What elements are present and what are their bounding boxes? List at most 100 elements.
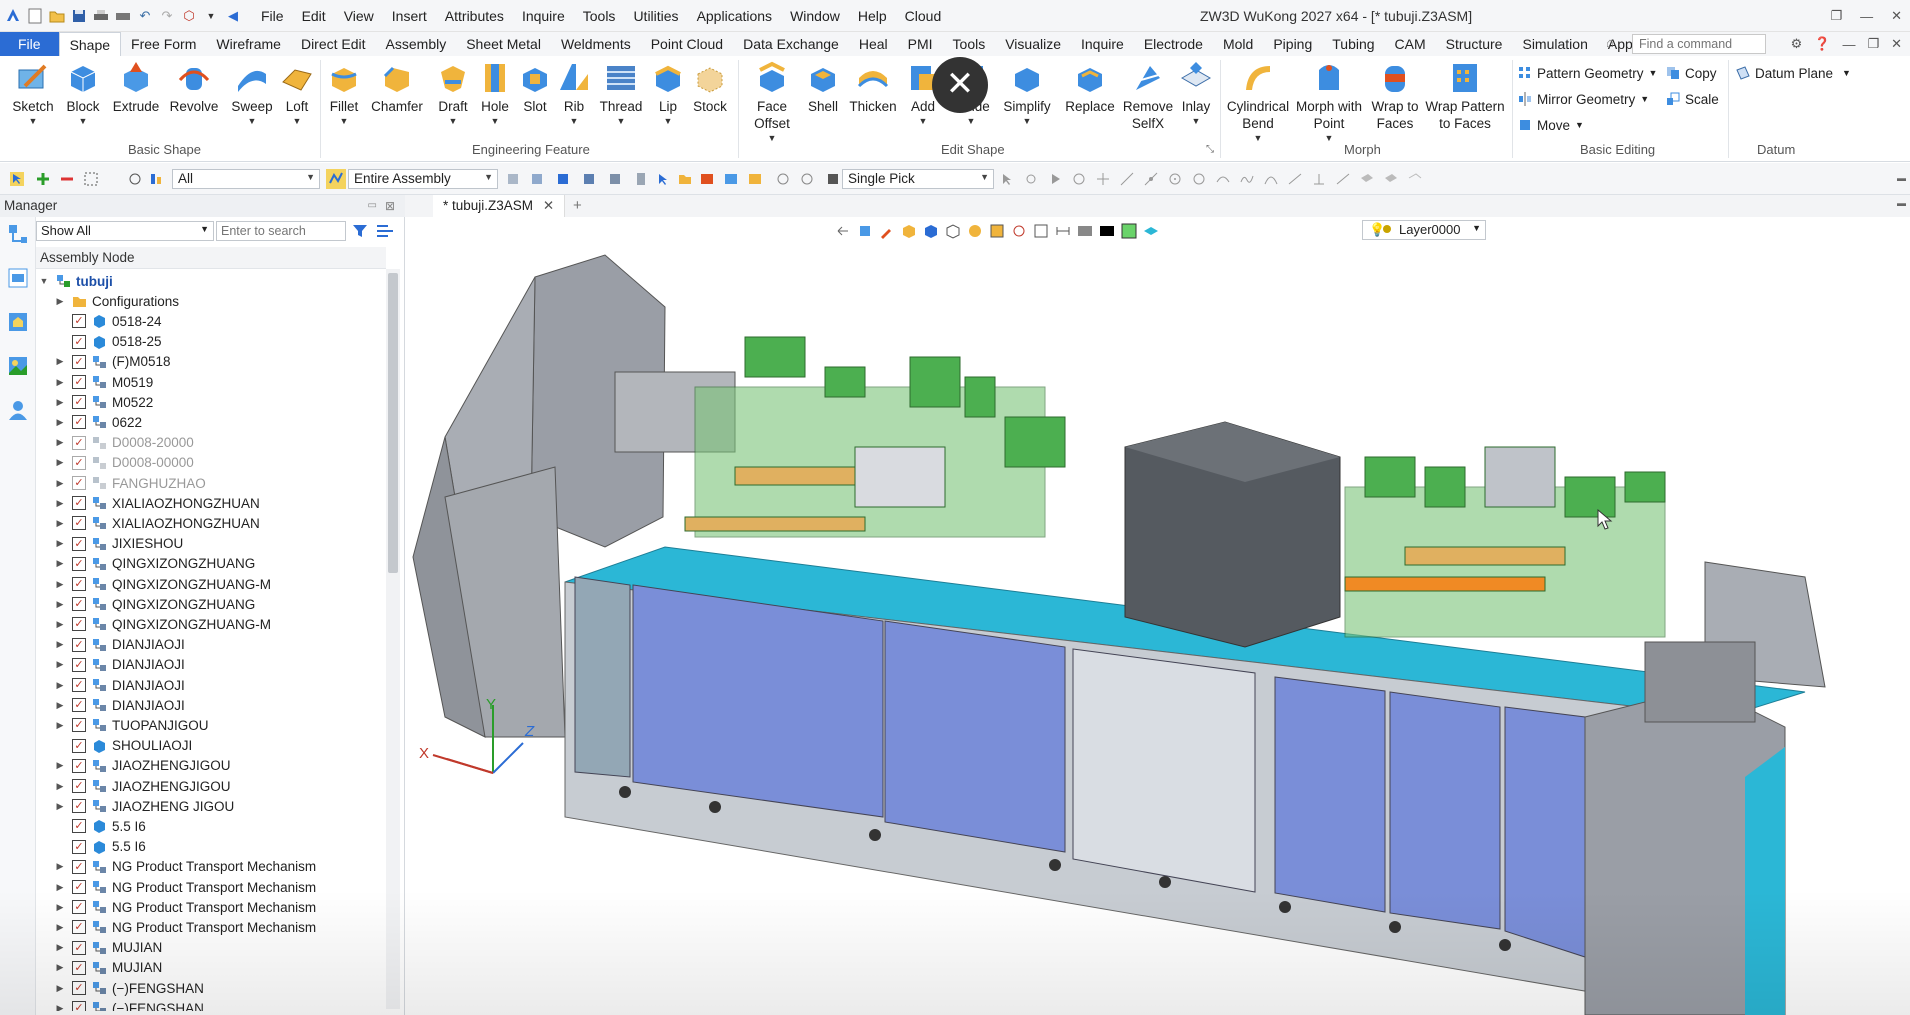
chevron-down-icon[interactable]: ▼ — [744, 132, 800, 144]
selection-filter-dropdown[interactable]: All ▼ — [172, 169, 320, 189]
tree-root[interactable]: ▼ tubuji — [36, 271, 386, 291]
expand-arrow-icon[interactable]: ▶ — [54, 861, 66, 872]
visibility-checkbox[interactable]: ✓ — [72, 940, 86, 955]
settings-gear-icon[interactable]: ⚙ — [1791, 36, 1803, 52]
chevron-down-icon[interactable]: ▼ — [999, 115, 1055, 127]
tree-node[interactable]: ▶ ✓ MUJIAN — [36, 938, 386, 958]
tree-node[interactable]: ▶ ✓ D0008-20000 — [36, 433, 386, 453]
image-library-icon[interactable] — [7, 355, 29, 377]
toolbar-overflow-icon[interactable]: ▬ — [1897, 173, 1906, 183]
expand-arrow-icon[interactable]: ▶ — [54, 639, 66, 650]
copy-button[interactable]: Copy — [1666, 62, 1717, 84]
expand-arrow-icon[interactable]: ▶ — [54, 296, 66, 307]
tab-file[interactable]: File — [0, 32, 59, 56]
pick-history-icon[interactable] — [776, 172, 790, 186]
tab-mold[interactable]: Mold — [1213, 32, 1263, 56]
close-window-icon[interactable]: ✕ — [1891, 8, 1902, 24]
close-tab-icon[interactable]: ✕ — [543, 198, 554, 213]
visibility-checkbox[interactable]: ✓ — [72, 799, 86, 814]
visibility-checkbox[interactable]: ✓ — [72, 698, 86, 713]
part-library-icon[interactable] — [7, 311, 29, 333]
ribbon-minimize-icon[interactable]: — — [1842, 37, 1855, 52]
tree-node[interactable]: ▶ Configurations — [36, 291, 386, 311]
save-icon[interactable] — [70, 7, 88, 25]
snap-circle-icon[interactable] — [1192, 172, 1206, 186]
filter-funnel-icon[interactable] — [352, 223, 368, 239]
tab-shape[interactable]: Shape — [58, 32, 122, 56]
inlay-button[interactable]: Inlay ▼ — [1168, 60, 1224, 127]
expand-arrow-icon[interactable]: ▶ — [54, 902, 66, 913]
thicken-button[interactable]: Thicken — [845, 60, 901, 115]
expand-arrow-icon[interactable]: ▶ — [54, 720, 66, 731]
tree-node[interactable]: ▶ ✓ NG Product Transport Mechanism — [36, 877, 386, 897]
tab-free-form[interactable]: Free Form — [121, 32, 206, 56]
shell-button[interactable]: Shell — [795, 60, 851, 115]
tab-pmi[interactable]: PMI — [898, 32, 943, 56]
pick-filter-icon-2[interactable] — [530, 172, 544, 186]
tab-structure[interactable]: Structure — [1436, 32, 1513, 56]
expand-arrow-icon[interactable]: ▶ — [54, 558, 66, 569]
new-tab-icon[interactable]: + — [573, 197, 582, 214]
expand-arrow-icon[interactable]: ▶ — [54, 619, 66, 630]
pick-folder-icon[interactable] — [678, 172, 692, 186]
menu-inquire[interactable]: Inquire — [513, 0, 574, 32]
chamfer-button[interactable]: Chamfer — [369, 60, 425, 115]
tree-node[interactable]: ▶ ✓ DIANJIAOJI — [36, 695, 386, 715]
snap-perp-icon[interactable] — [1312, 172, 1326, 186]
chevron-down-icon[interactable]: ▼ — [1640, 94, 1649, 104]
dialog-launcher-icon[interactable]: ⤡ — [1206, 144, 1214, 155]
snap-end-icon[interactable] — [1336, 172, 1350, 186]
tree-node[interactable]: ▶ ✓ QINGXIZONGZHUANG-M — [36, 574, 386, 594]
expand-arrow-icon[interactable]: ▶ — [54, 518, 66, 529]
tab-point-cloud[interactable]: Point Cloud — [641, 32, 733, 56]
chevron-down-icon[interactable]: ▼ — [316, 115, 372, 127]
tree-node[interactable]: ✓ 0518-24 — [36, 311, 386, 331]
expand-arrow-icon[interactable]: ▶ — [54, 478, 66, 489]
menu-utilities[interactable]: Utilities — [624, 0, 687, 32]
sketch-button[interactable]: Sketch ▼ — [5, 60, 61, 127]
tab-tubing[interactable]: Tubing — [1322, 32, 1384, 56]
tab-heal[interactable]: Heal — [849, 32, 898, 56]
menu-window[interactable]: Window — [781, 0, 849, 32]
tree-node[interactable]: ▶ ✓ M0519 — [36, 372, 386, 392]
replace-button[interactable]: Replace — [1062, 60, 1118, 115]
pick-filter-icon-6[interactable] — [634, 172, 648, 186]
tree-node[interactable]: ✓ 5.5 I6 — [36, 816, 386, 836]
tab-data-exchange[interactable]: Data Exchange — [733, 32, 849, 56]
visibility-checkbox[interactable]: ✓ — [72, 577, 86, 591]
ribbon-close-icon[interactable]: ✕ — [1891, 36, 1902, 52]
tree-node[interactable]: ▶ ✓ QINGXIZONGZHUANG-M — [36, 614, 386, 634]
expand-arrow-icon[interactable]: ▶ — [54, 437, 66, 448]
visibility-checkbox[interactable]: ✓ — [72, 920, 86, 935]
expand-arrow-icon[interactable]: ▶ — [54, 1003, 66, 1011]
visibility-checkbox[interactable]: ✓ — [72, 738, 86, 753]
menu-edit[interactable]: Edit — [293, 0, 335, 32]
scrollbar-thumb[interactable] — [388, 273, 398, 573]
expand-arrow-icon[interactable]: ▶ — [54, 538, 66, 549]
expand-arrow-icon[interactable]: ▶ — [54, 922, 66, 933]
tree-node[interactable]: ▶ ✓ FANGHUZHAO — [36, 473, 386, 493]
help-icon[interactable]: ❓ — [1814, 36, 1830, 52]
collapse-arrow-icon[interactable]: ▼ — [38, 276, 50, 286]
snap-point-icon[interactable] — [1024, 172, 1038, 186]
tree-node[interactable]: ▶ ✓ DIANJIAOJI — [36, 675, 386, 695]
pick-list-icon[interactable] — [700, 172, 714, 186]
visibility-checkbox[interactable]: ✓ — [72, 859, 86, 874]
snap-cursor-icon[interactable] — [1000, 172, 1014, 186]
print-icon[interactable] — [92, 7, 110, 25]
pick-filter-icon-3[interactable] — [556, 172, 570, 186]
pick-face-icon[interactable] — [748, 172, 762, 186]
visibility-checkbox[interactable]: ✓ — [72, 617, 86, 632]
pin-icon[interactable]: ▭ — [368, 195, 377, 217]
close-panel-icon[interactable]: ⊠ — [385, 195, 395, 217]
tab-piping[interactable]: Piping — [1263, 32, 1322, 56]
minimize-window-icon[interactable]: — — [1860, 9, 1873, 24]
mirror-geometry-button[interactable]: Mirror Geometry ▼ — [1518, 88, 1649, 110]
menu-cloud[interactable]: Cloud — [896, 0, 951, 32]
visibility-checkbox[interactable]: ✓ — [72, 556, 86, 571]
manager-search-input[interactable] — [216, 221, 346, 241]
tree-node[interactable]: ▶ ✓ XIALIAOZHONGZHUAN — [36, 493, 386, 513]
expand-arrow-icon[interactable]: ▶ — [54, 659, 66, 670]
revolve-button[interactable]: Revolve — [166, 60, 222, 115]
chevron-down-icon[interactable]: ▼ — [1575, 120, 1584, 130]
